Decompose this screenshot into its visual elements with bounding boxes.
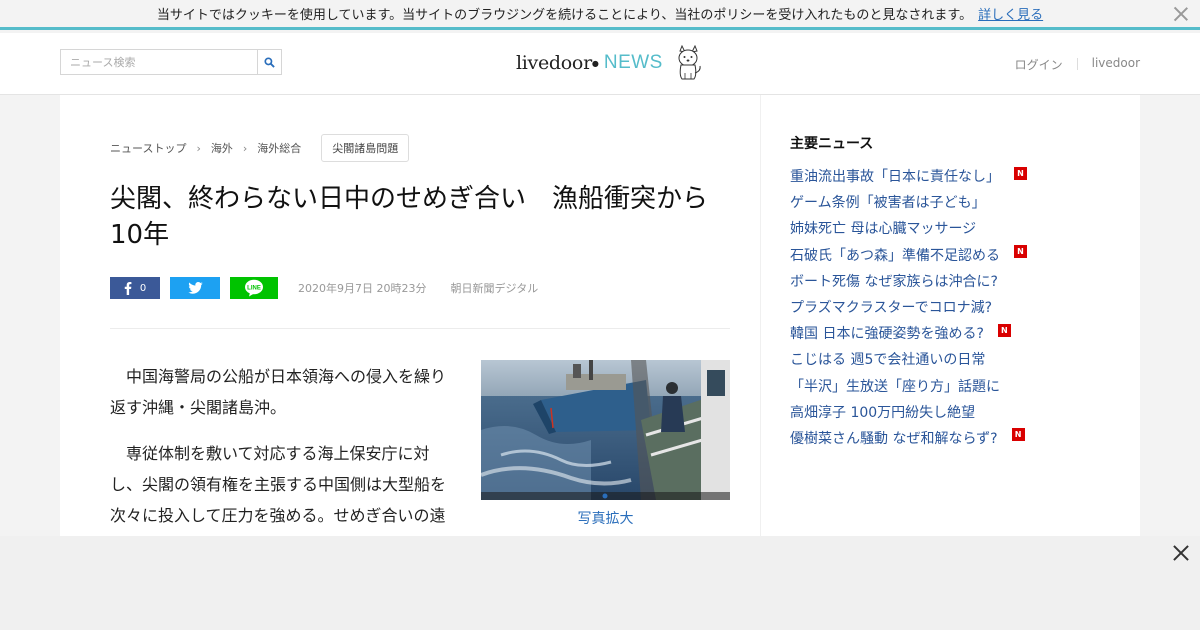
news-item-text: 重油流出事故「日本に責任なし」: [790, 169, 1000, 186]
news-item[interactable]: ボート死傷 なぜ家族らは沖合に?: [790, 268, 1027, 294]
news-item[interactable]: プラズマクラスターでコロナ減?: [790, 294, 1027, 320]
news-item[interactable]: 重油流出事故「日本に責任なし」 N: [790, 163, 1027, 189]
news-item[interactable]: 韓国 日本に強硬姿勢を強める? N: [790, 320, 1027, 346]
header-link-divider: [1076, 58, 1078, 70]
article-paragraph: 中国海警局の公船が日本領海への侵入を繰り返す沖縄・尖閣諸島沖。: [110, 367, 447, 417]
news-item-text: 優樹菜さん騒動 なぜ和解ならず?: [790, 430, 998, 447]
news-item[interactable]: 優樹菜さん騒動 なぜ和解ならず? N: [790, 425, 1027, 451]
ship-collision-photo: [481, 360, 730, 500]
news-item-text: こじはる 週5で会社通いの日常: [790, 352, 986, 369]
news-item[interactable]: ゲーム条例「被害者は子ども」: [790, 189, 1027, 215]
twitter-share-button[interactable]: [170, 277, 220, 299]
news-item-text: ボート死傷 なぜ家族らは沖合に?: [790, 273, 998, 290]
article-title: 尖閣、終わらない日中のせめぎ合い 漁船衝突から10年: [110, 184, 709, 250]
search-icon: [264, 56, 275, 68]
logo-dot: ●: [591, 58, 599, 68]
new-badge-icon: N: [1014, 166, 1027, 180]
chevron-right-icon: ›: [242, 141, 248, 155]
main-news-list: 重油流出事故「日本に責任なし」 N ゲーム条例「被害者は子ども」 姉妹死亡 母は心…: [790, 163, 1027, 451]
news-item-text: 韓国 日本に強硬姿勢を強める?: [790, 326, 984, 343]
facebook-icon: [124, 281, 132, 295]
site-header: livedoor● NEWS ログイン livedoor: [0, 33, 1200, 95]
svg-text:LINE: LINE: [247, 285, 261, 291]
article-date: 2020年9月7日 20時23分: [298, 282, 427, 295]
share-row: 0 LINE 2020年9月7日 20時23分 朝日新聞デジタル: [110, 277, 538, 299]
breadcrumb-news-top[interactable]: ニューストップ: [110, 140, 186, 156]
news-item-text: プラズマクラスターでコロナ減?: [790, 300, 993, 317]
article-source[interactable]: 朝日新聞デジタル: [450, 280, 538, 296]
dog-mascot-icon: [678, 45, 701, 80]
livedoor-link[interactable]: livedoor: [1092, 56, 1140, 73]
news-item[interactable]: 「半沢」生放送「座り方」話題に: [790, 373, 1027, 399]
new-badge-icon: N: [1011, 428, 1025, 442]
news-item[interactable]: 高畑淳子 100万円紛失し絶望: [790, 399, 1027, 425]
article-paragraph: 専従体制を敷いて対応する海上保安庁に対し、尖閣の領有権を主張する中国側は大型船を…: [110, 444, 447, 525]
bottom-ad-overlay: [0, 536, 1200, 630]
search-box: [60, 49, 282, 75]
breadcrumb: ニューストップ › 海外 › 海外総合 尖閣諸島問題: [110, 134, 410, 162]
twitter-bird-icon: [187, 282, 203, 294]
logo-news: NEWS: [603, 52, 663, 73]
news-item[interactable]: 石破氏「あつ森」準備不足認める N: [790, 242, 1027, 268]
site-logo[interactable]: livedoor ● NEWS: [516, 45, 703, 81]
content-area: ニューストップ › 海外 › 海外総合 尖閣諸島問題 尖閣、終わらない日中のせめ…: [60, 95, 1140, 536]
facebook-share-count: 0: [139, 282, 147, 294]
cookie-bar: 当サイトではクッキーを使用しています。当サイトのブラウジングを続けることにより、…: [0, 0, 1200, 30]
line-icon: LINE: [245, 279, 263, 297]
new-badge-icon: N: [997, 323, 1011, 337]
breadcrumb-overseas-general[interactable]: 海外総合: [257, 140, 301, 156]
news-item-text: 姉妹死亡 母は心臓マッサージ: [790, 221, 977, 238]
facebook-share-button[interactable]: 0: [110, 277, 160, 299]
photo-enlarge-link[interactable]: 写真拡大: [481, 508, 730, 528]
line-share-button[interactable]: LINE: [230, 277, 278, 299]
chevron-right-icon: ›: [196, 141, 201, 155]
news-item-text: ゲーム条例「被害者は子ども」: [790, 195, 986, 212]
news-item[interactable]: こじはる 週5で会社通いの日常: [790, 346, 1027, 372]
cookie-details-link[interactable]: 詳しく見る: [978, 4, 1043, 23]
login-link[interactable]: ログイン: [1015, 56, 1063, 73]
article-body: 中国海警局の公船が日本領海への侵入を繰り返す沖縄・尖閣諸島沖。 専従体制を敷いて…: [110, 361, 450, 546]
new-badge-icon: N: [1014, 245, 1027, 259]
topic-tag-senkaku[interactable]: 尖閣諸島問題: [321, 134, 410, 162]
cookie-message: 当サイトではクッキーを使用しています。当サイトのブラウジングを続けることにより、…: [156, 8, 973, 23]
ad-close-icon[interactable]: [1172, 544, 1190, 562]
sidebar-divider: [760, 95, 761, 536]
news-item-text: 高畑淳子 100万円紛失し絶望: [790, 404, 976, 421]
article-photo[interactable]: [481, 360, 730, 500]
news-item[interactable]: 姉妹死亡 母は心臓マッサージ: [790, 215, 1027, 241]
cookie-close-icon[interactable]: [1172, 5, 1190, 23]
news-item-text: 石破氏「あつ森」準備不足認める: [790, 247, 1000, 264]
article-divider: [110, 328, 730, 329]
breadcrumb-overseas[interactable]: 海外: [211, 140, 233, 156]
search-input[interactable]: [60, 49, 257, 75]
sidebar-title: 主要ニュース: [790, 136, 874, 152]
news-item-text: 「半沢」生放送「座り方」話題に: [790, 378, 1000, 395]
search-button[interactable]: [257, 49, 282, 75]
logo-livedoor: livedoor: [516, 52, 592, 74]
header-links: ログイン livedoor: [1015, 56, 1140, 73]
